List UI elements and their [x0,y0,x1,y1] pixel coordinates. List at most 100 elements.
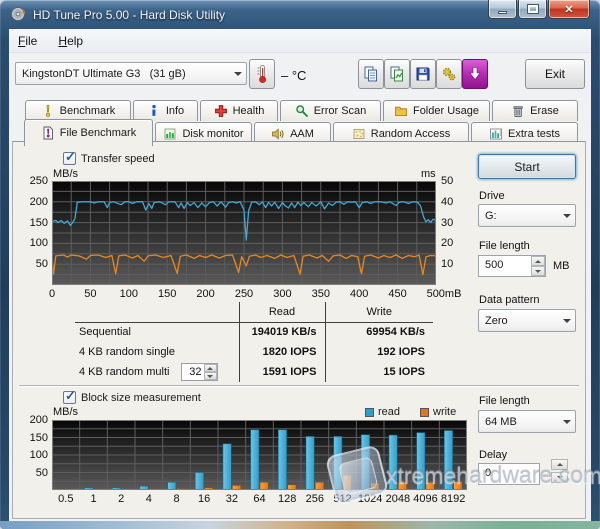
axis-tick: 1 [90,493,96,505]
chevron-down-icon [230,63,246,84]
block-size-chart: 0.51248163264128256512102420484096819220… [52,420,467,490]
file-length-stepper[interactable]: 500 [478,255,546,277]
start-label: Start [514,160,539,174]
chevron-down-icon [559,411,575,432]
delay-up-button[interactable] [551,459,568,470]
maximize-icon [528,5,538,13]
tab-health[interactable]: Health [200,100,278,121]
chevron-down-icon [557,476,563,479]
chevron-down-icon [559,310,575,331]
title-bar[interactable]: HD Tune Pro 5.00 - Hard Disk Utility ✕ [0,0,600,29]
random-multi-write-value: 15 IOPS [325,362,433,382]
delay-value: 0 [479,464,539,484]
menu-help[interactable]: Help [49,29,92,52]
chevron-down-icon [559,205,575,226]
tab-error-scan-label: Error Scan [314,105,367,117]
menu-file[interactable]: File [9,29,46,52]
drive-selector[interactable]: KingstonDT Ultimate G3 (31 gB) [15,62,247,85]
options-gears-icon [440,65,458,83]
copy-text-button[interactable] [358,59,384,89]
axis-tick: 20 [441,237,453,249]
tab-folder-usage-label: Folder Usage [413,105,479,117]
axis-tick: 2048 [386,493,410,505]
axis-tick: 100 [16,237,48,249]
delay-label: Delay [479,449,507,461]
tab-info-label: Info [166,105,184,117]
transfer-speed-checkbox[interactable]: ✓ Transfer speed [63,152,155,165]
temperature-value: – °C [281,68,306,83]
tab-folder-usage[interactable]: Folder Usage [383,100,490,121]
axis-tick: 50 [16,258,48,270]
row-label-text: 4 KB random multi [79,366,169,378]
file-length-value: 500 [479,256,531,276]
folder-icon [394,104,408,118]
block-size-checkbox[interactable]: ✓ Block size measurement [63,391,201,404]
close-button[interactable]: ✕ [548,0,590,19]
section-divider [19,385,579,387]
axis-tick: 1024 [358,493,382,505]
minimize-button[interactable] [488,0,517,19]
trash-icon [511,104,525,118]
legend-read-label: read [378,406,400,418]
table-row: 4 KB random single 1820 IOPS 192 IOPS [75,342,433,362]
axis-tick: 16 [198,493,210,505]
file-length2-value: 64 MB [479,416,559,428]
tab-erase[interactable]: Erase [492,100,578,121]
axis-tick: 8192 [441,493,465,505]
data-pattern-dropdown[interactable]: Zero [478,309,576,332]
extra-tests-icon [489,127,503,141]
start-button[interactable]: Start [478,154,576,179]
axis-tick: 150 [16,217,48,229]
copy-screenshot-button[interactable] [384,59,410,89]
tab-benchmark[interactable]: Benchmark [25,100,131,121]
magnifier-icon [295,104,309,118]
file-length-unit: MB [553,260,570,272]
toolbar: KingstonDT Ultimate G3 (31 gB) – °C [9,53,591,97]
file-length-label: File length [479,240,530,252]
drive-dropdown[interactable]: G: [478,204,576,227]
tab-extra-tests-label: Extra tests [508,128,560,140]
tab-disk-monitor-label: Disk monitor [182,128,243,140]
window-bottom-frame [0,521,600,529]
axis-tick: 30 [441,217,453,229]
table-row: Sequential 194019 KB/s 69954 KB/s [75,322,433,342]
save-icon [414,65,432,83]
checkbox-icon: ✓ [63,391,76,404]
file-benchmark-icon [41,126,55,140]
row-label: 4 KB random multi 32 [75,362,239,382]
drive-label: Drive [479,190,505,202]
app-icon [10,6,26,22]
axis-tick: 4096 [413,493,437,505]
axis-tick: 256 [306,493,324,505]
sequential-read-value: 194019 KB/s [239,322,325,342]
temperature-button[interactable] [249,59,275,89]
axis-tick: 8 [173,493,179,505]
file-benchmark-panel: ✓ Transfer speed MB/s ms 250200150100505… [12,141,586,519]
stepper-down-button[interactable] [531,266,545,276]
file-length2-dropdown[interactable]: 64 MB [478,410,576,433]
axis-tick: 50 [16,467,48,479]
tab-error-scan[interactable]: Error Scan [280,100,381,121]
axis-tick: 350 [312,288,330,300]
menu-bar: File Help [9,29,591,53]
save-button[interactable] [410,59,436,89]
delay-down-button[interactable] [551,472,568,483]
delay-input[interactable]: 0 [478,463,540,485]
maximize-button[interactable] [518,0,547,19]
stepper-up-button[interactable] [204,364,217,372]
queue-depth-stepper[interactable]: 32 [181,363,218,381]
stepper-up-button[interactable] [531,256,545,266]
chevron-up-icon [535,260,541,263]
update-button[interactable] [462,59,488,89]
exit-button[interactable]: Exit [525,59,585,89]
row-label: 4 KB random single [75,342,239,362]
tab-info[interactable]: Info [133,100,198,121]
transfer-speed-chart: 2502001501005050403020100501001502002503… [52,181,436,285]
axis-tick: 0 [49,288,55,300]
tab-file-benchmark[interactable]: File Benchmark [24,119,153,146]
minimize-icon [498,11,507,14]
stepper-down-button[interactable] [204,372,217,380]
options-button[interactable] [436,59,462,89]
axis-tick: 64 [253,493,265,505]
random-single-read-value: 1820 IOPS [239,342,325,362]
